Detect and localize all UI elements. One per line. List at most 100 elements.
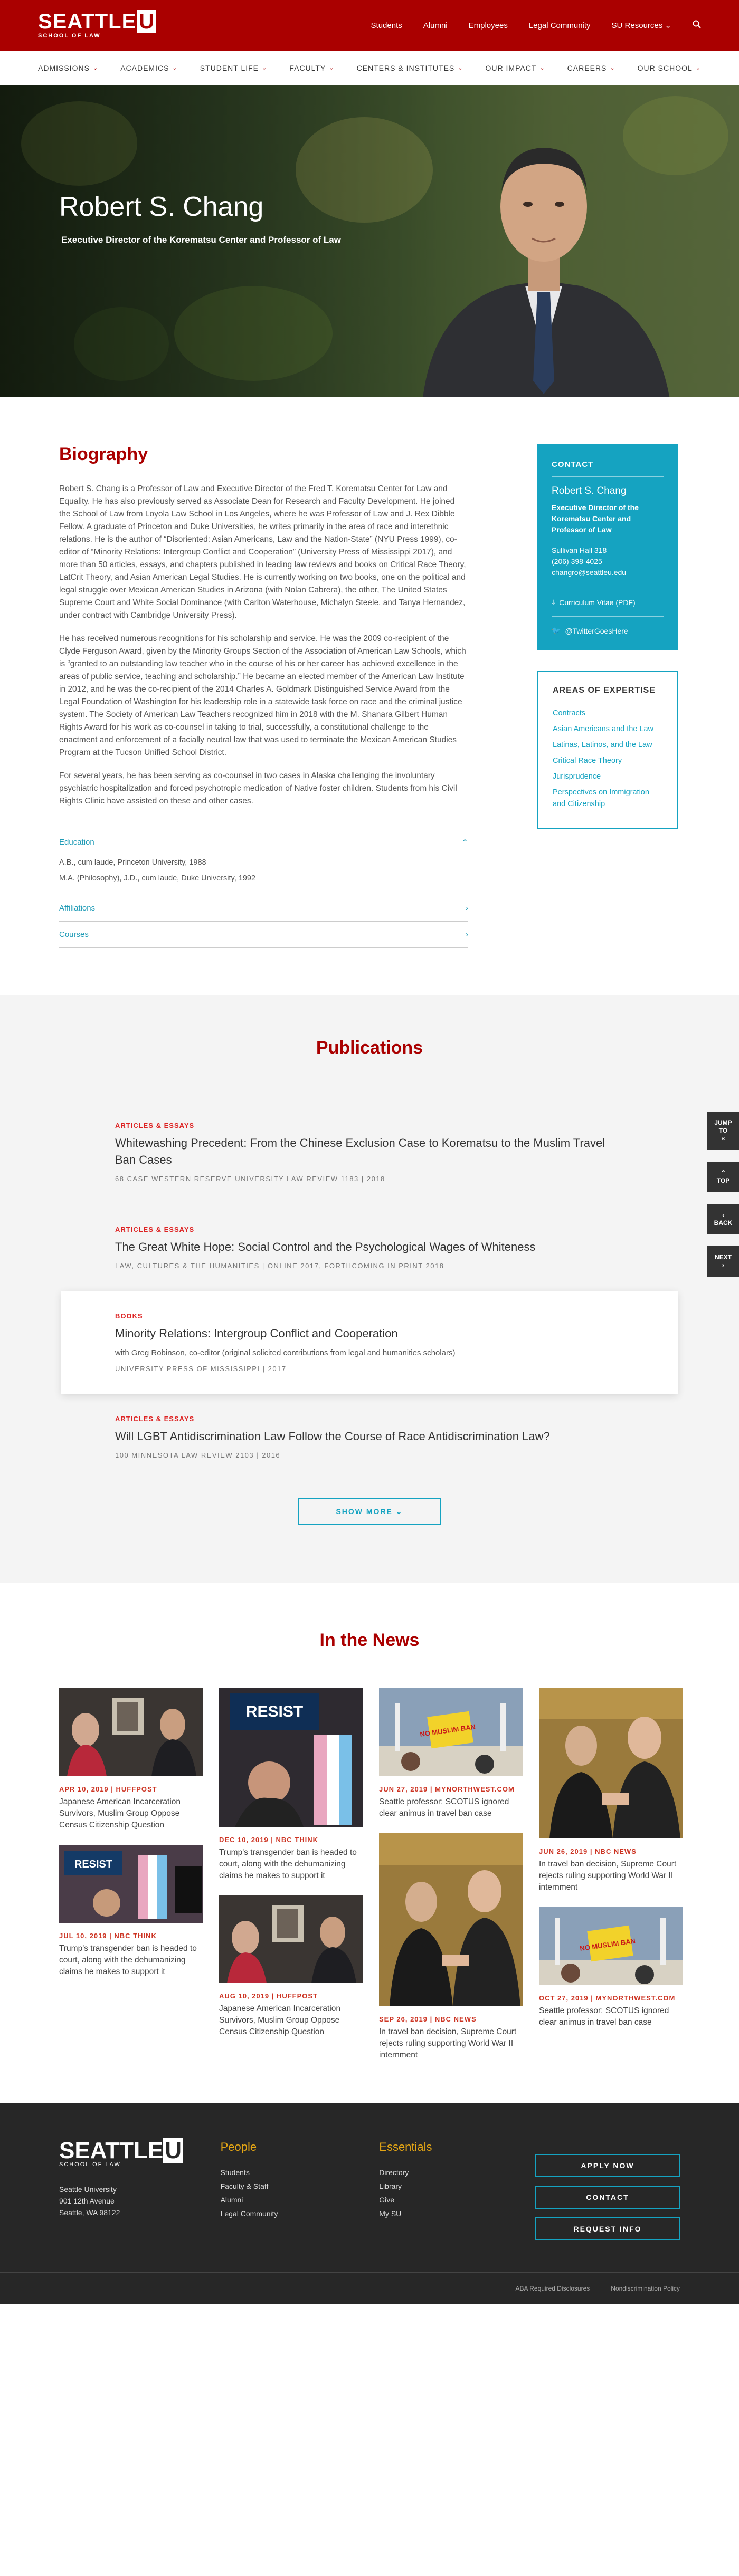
news-card[interactable]: RESIST DEC 10, 2019 | NBC THINK Trump's … bbox=[219, 1688, 363, 1882]
biography-section: Biography Robert S. Chang is a Professor… bbox=[0, 397, 739, 948]
publication-item[interactable]: ARTICLES & ESSAYS Whitewashing Precedent… bbox=[61, 1100, 678, 1204]
news-card[interactable]: APR 10, 2019 | HUFFPOST Japanese America… bbox=[59, 1688, 203, 1831]
publication-title: Will LGBT Antidiscrimination Law Follow … bbox=[115, 1430, 550, 1443]
publication-item-highlighted[interactable]: BOOKS Minority Relations: Intergroup Con… bbox=[61, 1291, 678, 1394]
footer-heading: Essentials bbox=[379, 2140, 432, 2153]
next-button[interactable]: NEXT › bbox=[707, 1246, 739, 1277]
news-card[interactable]: NO MUSLIM BAN OCT 27, 2019 | MYNORTHWEST… bbox=[539, 1907, 683, 2028]
aba-disclosures-link[interactable]: ABA Required Disclosures bbox=[516, 2285, 590, 2292]
footer-logo[interactable]: SEATTLEU SCHOOL OF LAW bbox=[59, 2138, 221, 2168]
news-date: OCT 27, 2019 | MYNORTHWEST.COM bbox=[539, 1994, 676, 2002]
nondiscrimination-link[interactable]: Nondiscrimination Policy bbox=[611, 2285, 680, 2292]
contact-email[interactable]: changro@seattleu.edu bbox=[552, 567, 664, 578]
jump-to-button[interactable]: JUMP TO « bbox=[707, 1112, 739, 1150]
show-more-button[interactable]: SHOW MORE ⌄ bbox=[298, 1498, 441, 1525]
footer-link[interactable]: Directory bbox=[379, 2166, 535, 2179]
expertise-list: Contracts Asian Americans and the Law La… bbox=[553, 707, 662, 810]
biography-heading: Biography bbox=[59, 444, 148, 464]
accordion-affiliations[interactable]: Affiliations › bbox=[59, 895, 468, 922]
contact-heading: CONTACT bbox=[552, 460, 664, 477]
footer-brand: SEATTLEU SCHOOL OF LAW Seattle Universit… bbox=[59, 2138, 221, 2240]
publication-item[interactable]: ARTICLES & ESSAYS Will LGBT Antidiscrimi… bbox=[61, 1394, 678, 1480]
apply-now-button[interactable]: APPLY NOW bbox=[535, 2154, 680, 2177]
news-headline: Japanese American Incarceration Survivor… bbox=[59, 1797, 181, 1830]
footer-link[interactable]: Give bbox=[379, 2193, 535, 2207]
back-button[interactable]: ‹ BACK bbox=[707, 1204, 739, 1234]
news-date: APR 10, 2019 | HUFFPOST bbox=[59, 1785, 157, 1793]
news-photo: NO MUSLIM BAN bbox=[539, 1907, 683, 1985]
expertise-heading: AREAS OF EXPERTISE bbox=[553, 686, 662, 702]
news-card[interactable]: RESIST JUL 10, 2019 | NBC THINK Trump's … bbox=[59, 1845, 203, 1978]
publication-meta: LAW, CULTURES & THE HUMANITIES | ONLINE … bbox=[115, 1262, 444, 1270]
chevron-down-icon: ⌄ bbox=[458, 65, 463, 71]
resist-sign-text: RESIST bbox=[74, 1859, 112, 1870]
news-date: JUN 27, 2019 | MYNORTHWEST.COM bbox=[379, 1785, 515, 1793]
expertise-link[interactable]: Jurisprudence bbox=[553, 771, 662, 782]
news-headline: In travel ban decision, Supreme Court re… bbox=[539, 1860, 677, 1892]
twitter-link[interactable]: 🐦 @TwitterGoesHere bbox=[552, 626, 664, 635]
publication-item[interactable]: ARTICLES & ESSAYS The Great White Hope: … bbox=[61, 1204, 678, 1291]
expertise-link[interactable]: Latinas, Latinos, and the Law bbox=[553, 739, 662, 751]
utility-link-employees[interactable]: Employees bbox=[469, 21, 508, 30]
publications-heading: Publications bbox=[316, 1038, 423, 1058]
nav-label: OUR SCHOOL bbox=[637, 63, 693, 72]
logo-u: U bbox=[137, 10, 157, 33]
utility-link-su-resources[interactable]: SU Resources ⌄ bbox=[612, 21, 671, 30]
utility-link-legal-community[interactable]: Legal Community bbox=[529, 21, 591, 30]
show-more-label: SHOW MORE bbox=[336, 1507, 393, 1516]
double-chevron-up-icon: ⌃ bbox=[720, 1169, 726, 1176]
nav-our-school[interactable]: OUR SCHOOL ⌄ bbox=[638, 64, 701, 72]
education-item: A.B., cum laude, Princeton University, 1… bbox=[59, 858, 206, 867]
footer-link[interactable]: My SU bbox=[379, 2207, 535, 2220]
publication-meta: 100 MINNESOTA LAW REVIEW 2103 | 2016 bbox=[115, 1451, 281, 1459]
footer-link[interactable]: Faculty & Staff bbox=[221, 2179, 380, 2193]
biography-paragraph: For several years, he has been serving a… bbox=[59, 771, 457, 806]
expertise-link[interactable]: Contracts bbox=[553, 707, 662, 719]
nav-centers-institutes[interactable]: CENTERS & INSTITUTES ⌄ bbox=[357, 64, 463, 72]
education-item: M.A. (Philosophy), J.D., cum laude, Duke… bbox=[59, 874, 256, 883]
nav-academics[interactable]: ACADEMICS ⌄ bbox=[120, 64, 177, 72]
nav-label: ACADEMICS bbox=[120, 63, 169, 72]
contact-phone[interactable]: (206) 398-4025 bbox=[552, 556, 664, 567]
news-card[interactable]: SEP 26, 2019 | NBC NEWS In travel ban de… bbox=[379, 1833, 523, 2061]
chevron-left-icon: ‹ bbox=[722, 1211, 724, 1219]
chevron-right-icon: › bbox=[722, 1261, 724, 1269]
nav-student-life[interactable]: STUDENT LIFE ⌄ bbox=[200, 64, 268, 72]
footer-link[interactable]: Legal Community bbox=[221, 2207, 380, 2220]
expertise-link[interactable]: Perspectives on Immigration and Citizens… bbox=[553, 787, 662, 810]
publication-meta: 68 CASE WESTERN RESERVE UNIVERSITY LAW R… bbox=[115, 1175, 385, 1183]
nav-admissions[interactable]: ADMISSIONS ⌄ bbox=[38, 64, 98, 72]
news-card[interactable]: AUG 10, 2019 | HUFFPOST Japanese America… bbox=[219, 1895, 363, 2038]
news-photo: NO MUSLIM BAN bbox=[379, 1688, 523, 1776]
footer-link[interactable]: Students bbox=[221, 2166, 380, 2179]
nav-label: OUR IMPACT bbox=[485, 63, 537, 72]
news-date: AUG 10, 2019 | HUFFPOST bbox=[219, 1992, 318, 2000]
accordion-education-header[interactable]: Education ⌃ bbox=[59, 838, 468, 847]
request-info-button[interactable]: REQUEST INFO bbox=[535, 2217, 680, 2240]
nav-faculty[interactable]: FACULTY ⌄ bbox=[289, 64, 334, 72]
site-logo[interactable]: SEATTLE U SCHOOL OF LAW bbox=[38, 10, 157, 39]
news-card[interactable]: NO MUSLIM BAN JUN 27, 2019 | MYNORTHWEST… bbox=[379, 1688, 523, 1820]
publication-category: BOOKS bbox=[115, 1312, 143, 1320]
chevron-down-icon: ⌄ bbox=[395, 1507, 403, 1516]
contact-button[interactable]: CONTACT bbox=[535, 2186, 680, 2209]
utility-link-alumni[interactable]: Alumni bbox=[423, 21, 448, 30]
expertise-link[interactable]: Critical Race Theory bbox=[553, 755, 662, 767]
expertise-link[interactable]: Asian Americans and the Law bbox=[553, 723, 662, 735]
utility-link-students[interactable]: Students bbox=[371, 21, 402, 30]
footer-link[interactable]: Alumni bbox=[221, 2193, 380, 2207]
top-button[interactable]: ⌃ TOP bbox=[707, 1162, 739, 1192]
nav-careers[interactable]: CAREERS ⌄ bbox=[567, 64, 615, 72]
cv-link[interactable]: ⤓ Curriculum Vitae (PDF) bbox=[552, 598, 664, 607]
footer-address: Seattle University 901 12th Avenue Seatt… bbox=[59, 2184, 221, 2218]
footer-link[interactable]: Library bbox=[379, 2179, 535, 2193]
news-heading: In the News bbox=[319, 1630, 420, 1650]
search-icon[interactable] bbox=[693, 20, 701, 31]
news-photo bbox=[379, 1833, 523, 2006]
news-card[interactable]: JUN 26, 2019 | NBC NEWS In travel ban de… bbox=[539, 1688, 683, 1893]
footer-people: People Students Faculty & Staff Alumni L… bbox=[221, 2140, 380, 2240]
footer-buttons: APPLY NOW CONTACT REQUEST INFO bbox=[535, 2154, 680, 2240]
nav-our-impact[interactable]: OUR IMPACT ⌄ bbox=[486, 64, 545, 72]
chevron-down-icon: ⌄ bbox=[329, 65, 335, 71]
accordion-courses[interactable]: Courses › bbox=[59, 922, 468, 948]
